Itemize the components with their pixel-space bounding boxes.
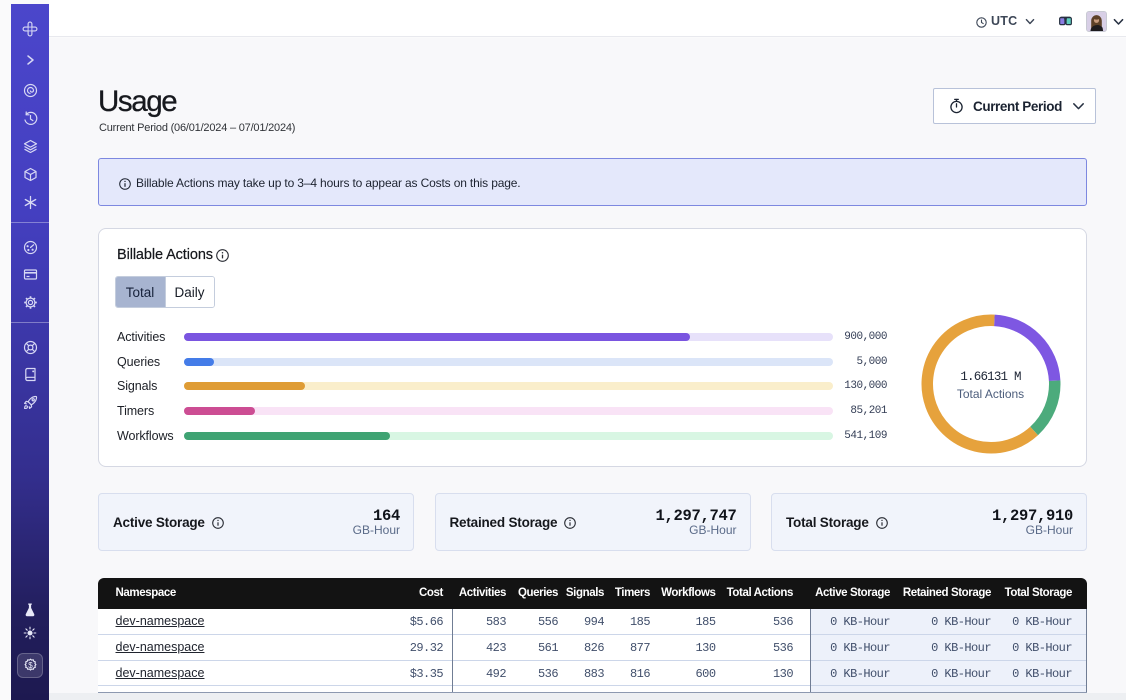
svg-text:$: $ <box>28 661 33 670</box>
